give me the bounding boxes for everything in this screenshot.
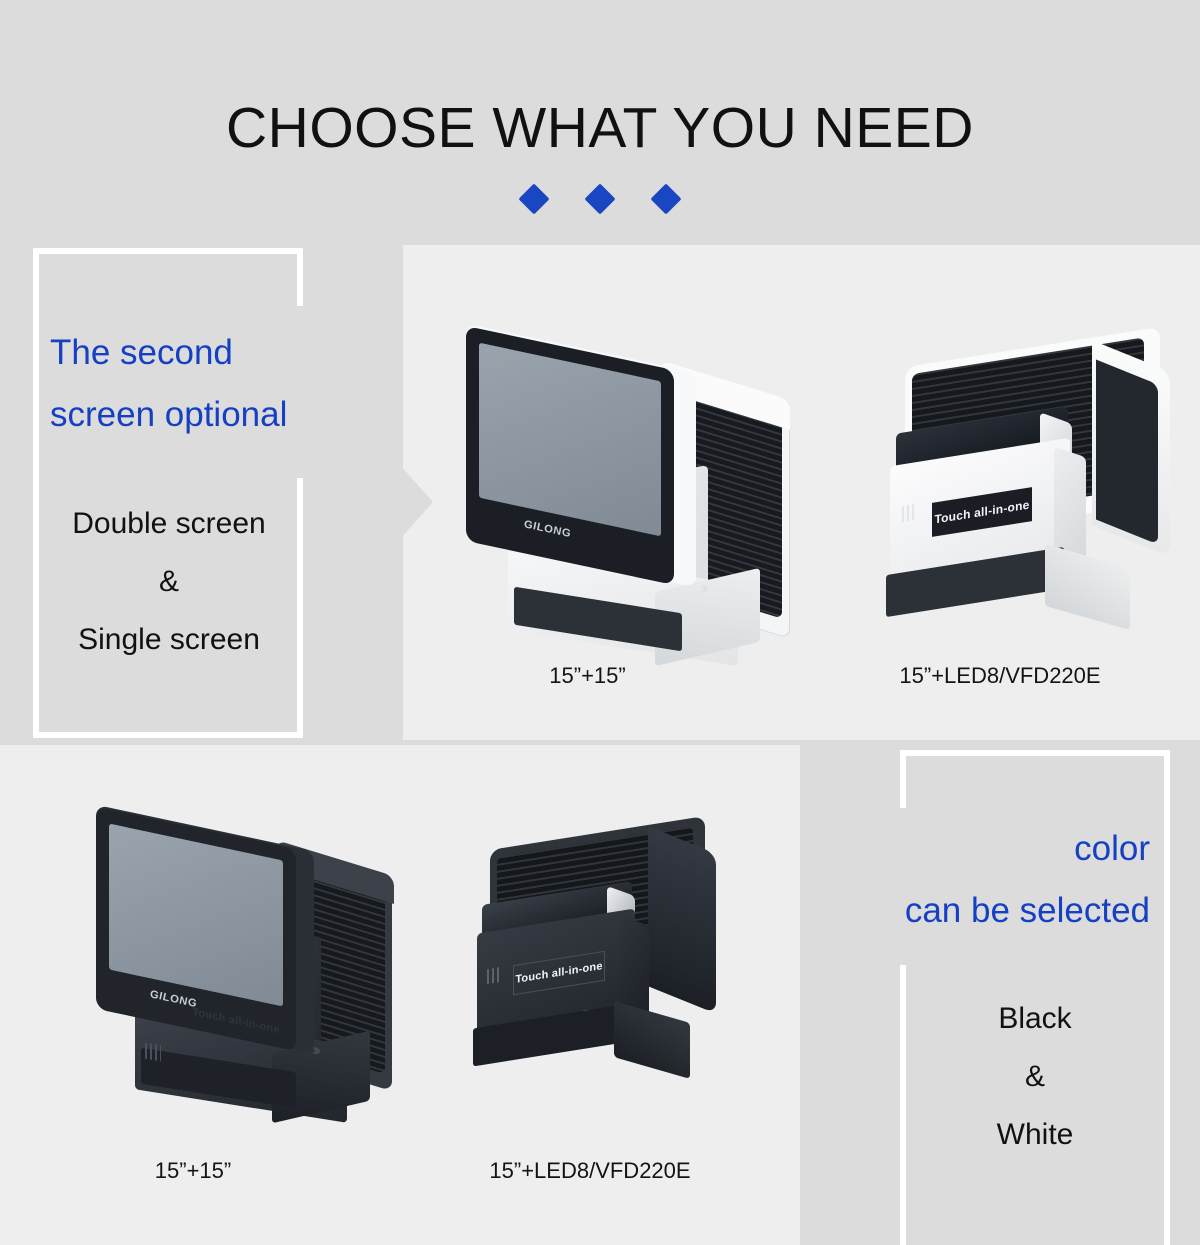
secondary-display-side (648, 826, 716, 1014)
product-caption: 15”+15” (154, 1158, 232, 1183)
second-screen-body: Double screen & Single screen (72, 507, 266, 656)
page-title: CHOOSE WHAT YOU NEED (226, 96, 974, 160)
speaker-slots (145, 1042, 161, 1062)
product-caption: 15”+LED8/VFD220E (489, 1158, 691, 1183)
diamond-icon (518, 183, 550, 215)
secondary-display-side-face (1096, 359, 1158, 545)
speaker-slots (487, 966, 501, 985)
diamond-icon (584, 183, 616, 215)
product-caption: 15”+15” (549, 663, 626, 688)
frame-right-border-upper (297, 248, 303, 306)
frame-right-border-lower (297, 478, 303, 738)
frame-top-border (33, 248, 303, 254)
primary-display-screen (479, 342, 661, 537)
primary-display-bezel: GILONG (466, 325, 674, 586)
frame-left-border-upper (900, 750, 906, 808)
product-caption: 15”+LED8/VFD220E (899, 663, 1101, 688)
header-section: CHOOSE WHAT YOU NEED (0, 0, 1200, 245)
marketing-banner: CHOOSE WHAT YOU NEED The second screen o… (0, 0, 1200, 1245)
color-selection-body: Black & White (996, 1002, 1074, 1151)
brand-logo: GILONG (524, 518, 571, 541)
frame-left-border (33, 248, 39, 738)
chevron-decor-icon: ››› (700, 577, 705, 598)
frame-bottom-border (33, 732, 303, 738)
diamond-icon (650, 183, 682, 215)
diamond-divider (0, 183, 1200, 215)
frame-top-border (900, 750, 1170, 756)
arrow-pointer-icon (400, 465, 433, 539)
speaker-slots (902, 503, 916, 523)
primary-display-screen (109, 823, 283, 1007)
color-selection-heading: color can be selected (904, 829, 1150, 930)
second-screen-heading: The second screen optional (50, 333, 288, 434)
